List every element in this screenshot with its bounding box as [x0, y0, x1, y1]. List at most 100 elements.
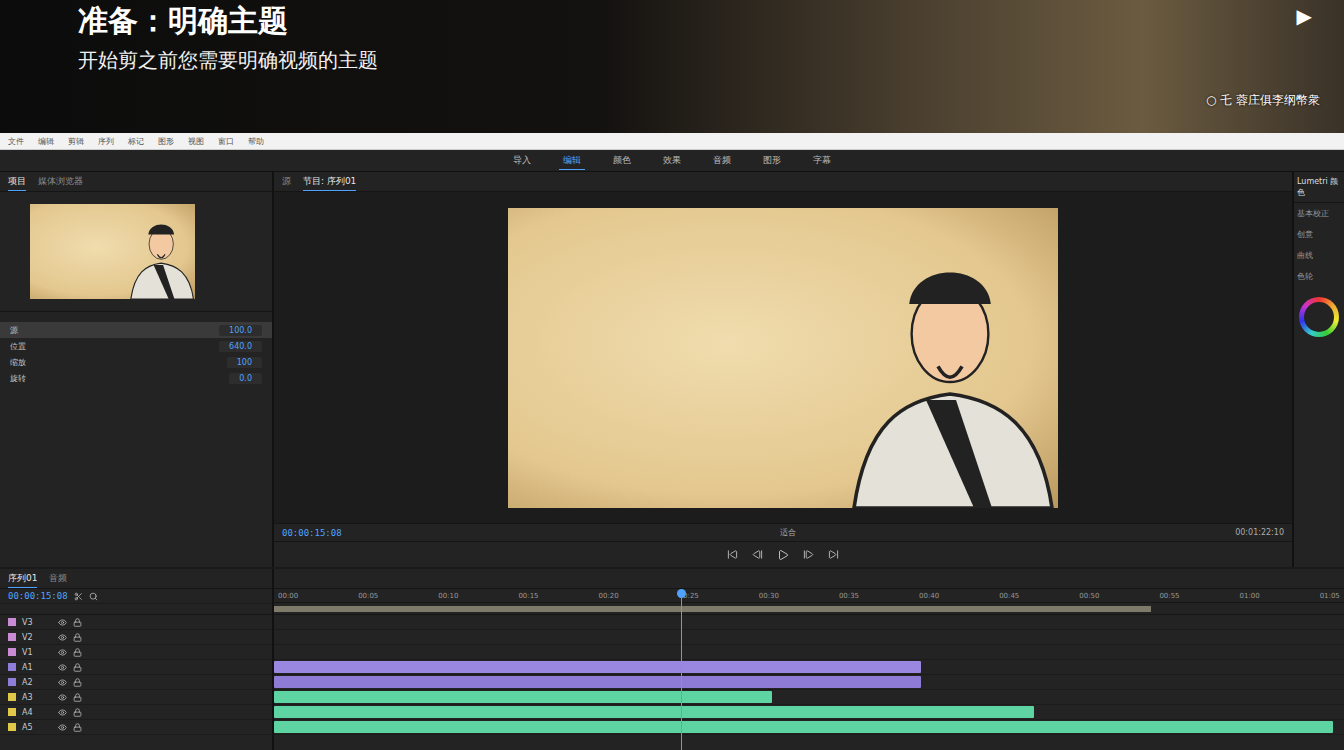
ruler-tick: 00:20: [599, 592, 619, 600]
track-color: [8, 618, 16, 626]
search-icon[interactable]: [89, 592, 98, 601]
workspace-tab[interactable]: 音频: [709, 152, 735, 170]
track-lane: [274, 675, 1344, 690]
program-monitor: 源节目: 序列01 00:00:15:08 适合 00:01:22:10: [274, 172, 1292, 567]
workspace-tab[interactable]: 颜色: [609, 152, 635, 170]
lock-icon[interactable]: [73, 723, 82, 732]
lock-icon[interactable]: [73, 708, 82, 717]
menu-item[interactable]: 剪辑: [68, 136, 84, 147]
workspace-tab[interactable]: 效果: [659, 152, 685, 170]
skip-forward-icon[interactable]: [828, 549, 839, 560]
play-button[interactable]: ▶: [1289, 4, 1320, 28]
lock-icon[interactable]: [73, 633, 82, 642]
track-color: [8, 633, 16, 641]
ruler-tick: 00:15: [518, 592, 538, 600]
menu-item[interactable]: 帮助: [248, 136, 264, 147]
ruler-tick: 00:05: [358, 592, 378, 600]
track-header[interactable]: A5: [0, 720, 272, 735]
time-ruler[interactable]: 00:0000:0500:1000:1500:2000:2500:3000:35…: [274, 589, 1344, 603]
preview-area: [274, 192, 1292, 523]
eye-icon[interactable]: [58, 678, 67, 687]
track-color: [8, 723, 16, 731]
menu-item[interactable]: 图形: [158, 136, 174, 147]
track-color: [8, 678, 16, 686]
ruler-tick: 00:40: [919, 592, 939, 600]
panel-tab[interactable]: 项目: [8, 173, 26, 191]
track-color: [8, 708, 16, 716]
menu-item[interactable]: 文件: [8, 136, 24, 147]
eye-icon[interactable]: [58, 693, 67, 702]
property-value[interactable]: 0.0: [229, 373, 262, 384]
section-item[interactable]: 创意: [1294, 224, 1344, 245]
clip[interactable]: [274, 676, 921, 688]
property-value[interactable]: 100.0: [219, 325, 262, 336]
track-lane: [274, 690, 1344, 705]
current-timecode[interactable]: 00:00:15:08: [282, 528, 342, 538]
property-row[interactable]: 源100.0: [0, 322, 272, 338]
main-area: 项目媒体浏览器源100.0位置640.0缩放100旋转0.0 源节目: 序列01 0…: [0, 172, 1344, 567]
step-back-icon[interactable]: [752, 549, 763, 560]
menu-item[interactable]: 编辑: [38, 136, 54, 147]
track-header[interactable]: A1: [0, 660, 272, 675]
track-header[interactable]: A3: [0, 690, 272, 705]
timeline-tab[interactable]: 音频: [49, 570, 67, 588]
playhead[interactable]: [681, 589, 682, 750]
workspace-tab[interactable]: 图形: [759, 152, 785, 170]
banner-subtitle: 开始剪之前您需要明确视频的主题: [78, 47, 378, 73]
work-area-bar[interactable]: [274, 606, 1151, 612]
property-row[interactable]: 位置640.0: [0, 338, 272, 354]
property-value[interactable]: 640.0: [219, 341, 262, 352]
eye-icon[interactable]: [58, 648, 67, 657]
monitor-tab[interactable]: 源: [282, 173, 291, 191]
menu-item[interactable]: 视图: [188, 136, 204, 147]
timeline-tab[interactable]: 序列01: [8, 570, 37, 588]
lock-icon[interactable]: [73, 648, 82, 657]
section-item[interactable]: 曲线: [1294, 245, 1344, 266]
section-item[interactable]: 色轮: [1294, 266, 1344, 287]
lock-icon[interactable]: [73, 618, 82, 627]
track-header[interactable]: A4: [0, 705, 272, 720]
video-frame: [508, 208, 1058, 508]
skip-back-icon[interactable]: [727, 549, 738, 560]
lock-icon[interactable]: [73, 678, 82, 687]
eye-icon[interactable]: [58, 618, 67, 627]
banner-caption: ○ 乇 蓉庄俱李纲幣衆: [1206, 92, 1320, 123]
lock-icon[interactable]: [73, 663, 82, 672]
menu-item[interactable]: 标记: [128, 136, 144, 147]
section-item[interactable]: 基本校正: [1294, 203, 1344, 224]
duration: 00:01:22:10: [1235, 528, 1284, 537]
track-header[interactable]: V3: [0, 615, 272, 630]
property-row[interactable]: 旋转0.0: [0, 370, 272, 386]
razor-icon[interactable]: [74, 592, 83, 601]
eye-icon[interactable]: [58, 633, 67, 642]
workspace-tab[interactable]: 导入: [509, 152, 535, 170]
panel-tab[interactable]: 媒体浏览器: [38, 173, 83, 191]
eye-icon[interactable]: [58, 663, 67, 672]
timeline-timecode[interactable]: 00:00:15:08: [8, 591, 68, 601]
track-header[interactable]: V2: [0, 630, 272, 645]
clip[interactable]: [274, 691, 772, 703]
clip-thumbnail[interactable]: [30, 204, 195, 299]
track-header[interactable]: V1: [0, 645, 272, 660]
color-wheel-icon[interactable]: [1299, 297, 1339, 337]
clip[interactable]: [274, 706, 1034, 718]
property-value[interactable]: 100: [227, 357, 262, 368]
menu-item[interactable]: 窗口: [218, 136, 234, 147]
monitor-tab[interactable]: 节目: 序列01: [303, 173, 356, 191]
fit-dropdown[interactable]: 适合: [780, 527, 796, 538]
clip[interactable]: [274, 721, 1333, 733]
workspace-tab[interactable]: 编辑: [559, 152, 585, 170]
eye-icon[interactable]: [58, 723, 67, 732]
track-header[interactable]: A2: [0, 675, 272, 690]
workspace-tab[interactable]: 字幕: [809, 152, 835, 170]
ruler-tick: 00:00: [278, 592, 298, 600]
clip[interactable]: [274, 661, 921, 673]
step-forward-icon[interactable]: [803, 549, 814, 560]
play-icon[interactable]: [777, 549, 789, 561]
property-row[interactable]: 缩放100: [0, 354, 272, 370]
eye-icon[interactable]: [58, 708, 67, 717]
ruler-tick: 00:50: [1079, 592, 1099, 600]
track-lane: [274, 630, 1344, 645]
lock-icon[interactable]: [73, 693, 82, 702]
menu-item[interactable]: 序列: [98, 136, 114, 147]
